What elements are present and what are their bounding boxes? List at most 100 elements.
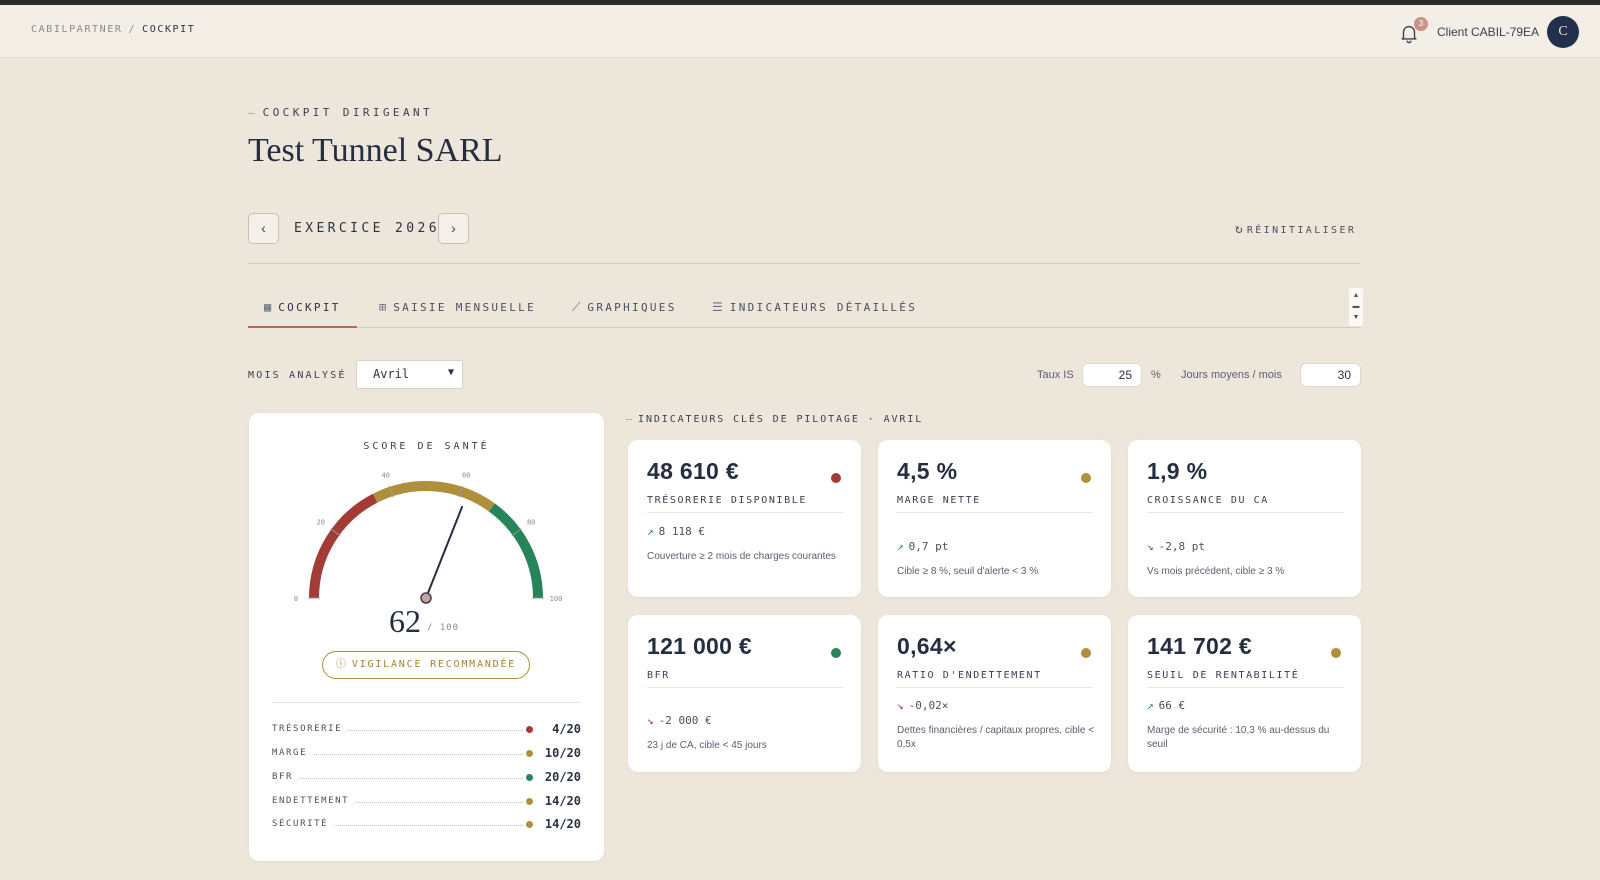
kpi-trend-value: 8 118 €	[658, 525, 705, 538]
kpi-note: Cible ≥ 8 %, seuil d'alerte < 3 %	[897, 566, 1039, 577]
client-name[interactable]: Client CABIL-79EA	[1437, 25, 1539, 39]
tab-indicateurs-detailles[interactable]: ☰ INDICATEURS DÉTAILLÉS	[712, 286, 917, 328]
score-row-marge: MARGE 10/20	[272, 746, 581, 762]
status-badge: ⓘ VIGILANCE RECOMMANDÉE	[322, 651, 530, 679]
tab-label: COCKPIT	[278, 301, 341, 314]
score-row-label: TRÉSORERIE	[272, 724, 349, 734]
reset-button[interactable]: ↻ RÉINITIALISER	[1235, 222, 1356, 237]
kpi-trend: ↗ 0,7 pt	[897, 540, 948, 553]
score-max: / 100	[427, 623, 460, 633]
kpi-card-tresorerie[interactable]: 48 610 € TRÉSORERIE DISPONIBLE ↗ 8 118 € …	[628, 440, 861, 597]
tab-bar: ▦ COCKPIT ⊞ SAISIE MENSUELLE ⟋ GRAPHIQUES ☰…	[248, 286, 1361, 328]
trend-up-icon: ↗	[647, 525, 654, 538]
tab-label: GRAPHIQUES	[587, 301, 677, 314]
chevron-left-icon: ‹	[261, 220, 266, 236]
score-row-securite: SÉCURITÉ 14/20	[272, 817, 581, 833]
kpi-note: Marge de sécurité : 10,3 % au-dessus du …	[1147, 725, 1330, 750]
refresh-icon: ↻	[1235, 222, 1243, 237]
score-row-bfr: BFR 20/20	[272, 770, 581, 786]
kpi-value: 48 610 €	[647, 458, 739, 484]
kpi-note: Vs mois précédent, cible ≥ 3 %	[1147, 566, 1285, 577]
chart-icon: ⟋	[572, 300, 581, 314]
gauge-needle	[425, 505, 464, 599]
gauge-tick-label: 40	[382, 471, 390, 479]
gauge-tick-label: 0	[294, 595, 298, 603]
page-eyebrow: — COCKPIT DIRIGEANT	[248, 106, 433, 119]
top-bar: CABILPARTNER / COCKPIT 3 Client CABIL-79EA…	[0, 5, 1600, 58]
kpi-trend-value: -2,8 pt	[1158, 540, 1205, 553]
score-value: 62	[389, 603, 421, 639]
kpi-card-croissance-ca[interactable]: 1,9 % CROISSANCE DU CA ↘ -2,8 pt Vs mois …	[1128, 440, 1361, 597]
kpi-label: TRÉSORERIE DISPONIBLE	[647, 495, 843, 513]
jours-moyens-label: Jours moyens / mois	[1181, 369, 1282, 381]
status-dot	[526, 726, 533, 733]
health-gauge: 0 20 40 60 80 100	[294, 471, 563, 604]
trend-down-icon: ↘	[1147, 540, 1154, 553]
gauge-arc-red	[309, 493, 378, 599]
score-row-tresorerie: TRÉSORERIE 4/20	[272, 722, 581, 738]
eyebrow-dash: —	[248, 106, 255, 119]
breadcrumb-separator: /	[128, 24, 137, 35]
kpi-label: BFR	[647, 670, 843, 688]
tab-scroll-control[interactable]: ▲ ▬ ▼	[1349, 288, 1363, 326]
status-dot	[1081, 648, 1091, 658]
kpi-trend-value: 66 €	[1158, 699, 1186, 712]
alert-circle-icon: ⓘ	[335, 659, 346, 670]
kpi-section-title: — INDICATEURS CLÉS DE PILOTAGE · AVRIL	[626, 414, 923, 425]
score-row-value: 20/20	[544, 770, 581, 784]
kpi-label: CROISSANCE DU CA	[1147, 495, 1343, 513]
score-row-endettement: ENDETTEMENT 14/20	[272, 794, 581, 810]
score-divider	[272, 702, 581, 703]
next-year-button[interactable]: ›	[438, 213, 469, 244]
tab-saisie-mensuelle[interactable]: ⊞ SAISIE MENSUELLE	[379, 286, 536, 328]
kpi-trend-value: -2 000 €	[658, 714, 712, 727]
gauge-tick-label: 80	[527, 519, 535, 527]
status-dot	[526, 798, 533, 805]
avatar[interactable]: C	[1547, 16, 1579, 48]
status-dot	[831, 473, 841, 483]
mois-analyse-label: MOIS ANALYSÉ	[248, 370, 347, 381]
kpi-card-ratio-endettement[interactable]: 0,64× RATIO D'ENDETTEMENT ↘ -0,02× Dettes…	[878, 615, 1111, 772]
kpi-value: 0,64×	[897, 633, 957, 659]
eyebrow-text: COCKPIT DIRIGEANT	[262, 106, 434, 119]
jours-moyens-input[interactable]: 30	[1300, 363, 1361, 387]
score-row-label: SÉCURITÉ	[272, 819, 335, 829]
tab-cockpit[interactable]: ▦ COCKPIT	[248, 286, 357, 328]
previous-year-button[interactable]: ‹	[248, 213, 279, 244]
score-row-value: 14/20	[544, 794, 581, 808]
breadcrumb: CABILPARTNER / COCKPIT	[31, 24, 195, 35]
kpi-card-bfr[interactable]: 121 000 € BFR ↘ -2 000 € 23 j de CA, cibl…	[628, 615, 861, 772]
kpi-card-marge-nette[interactable]: 4,5 % MARGE NETTE ↗ 0,7 pt Cible ≥ 8 %, s…	[878, 440, 1111, 597]
status-dot	[526, 821, 533, 828]
score-row-label: ENDETTEMENT	[272, 796, 356, 806]
gauge-tick-label: 60	[462, 471, 470, 479]
trend-down-icon: ↘	[897, 699, 904, 712]
kpi-label: MARGE NETTE	[897, 495, 1093, 513]
breadcrumb-root[interactable]: CABILPARTNER	[31, 24, 122, 35]
status-dot	[526, 774, 533, 781]
kpi-value: 4,5 %	[897, 458, 958, 484]
score-row-value: 10/20	[544, 746, 581, 760]
kpi-trend: ↗ 8 118 €	[647, 525, 705, 538]
kpi-value: 121 000 €	[647, 633, 753, 659]
kpi-dash: —	[626, 414, 633, 425]
score-row-label: BFR	[272, 772, 300, 782]
gauge-tick-label: 100	[550, 595, 563, 603]
mois-select[interactable]: Avril ▼	[356, 360, 463, 389]
breadcrumb-current: COCKPIT	[142, 24, 196, 35]
tab-graphiques[interactable]: ⟋ GRAPHIQUES	[572, 286, 677, 328]
score-row-label: MARGE	[272, 748, 314, 758]
taux-is-input[interactable]: 25	[1082, 363, 1142, 387]
notification-badge: 3	[1414, 17, 1428, 31]
list-icon: ☰	[712, 300, 723, 314]
kpi-trend: ↗ 66 €	[1147, 699, 1185, 712]
trend-down-icon: ↘	[647, 714, 654, 727]
kpi-note: 23 j de CA, cible < 45 jours	[647, 740, 767, 751]
page-title: Test Tunnel SARL	[248, 132, 503, 169]
score-title: SCORE DE SANTÉ	[363, 441, 490, 452]
chevron-right-icon: ›	[451, 220, 456, 236]
kpi-card-seuil-rentabilite[interactable]: 141 702 € SEUIL DE RENTABILITÉ ↗ 66 € Mar…	[1128, 615, 1361, 772]
reset-label: RÉINITIALISER	[1246, 225, 1357, 236]
kpi-value: 1,9 %	[1147, 458, 1208, 484]
mois-selected-value: Avril	[373, 367, 410, 381]
